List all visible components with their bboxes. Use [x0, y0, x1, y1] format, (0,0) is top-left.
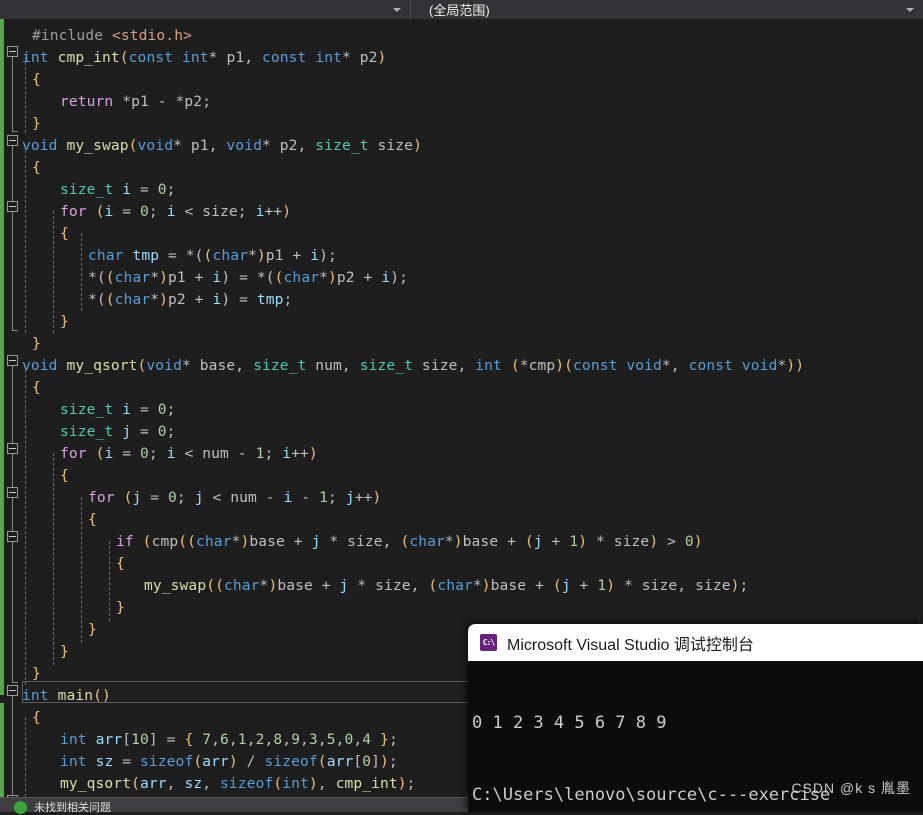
- code-line[interactable]: {: [22, 377, 41, 399]
- code-line[interactable]: }: [22, 619, 97, 641]
- code-line[interactable]: if (cmp((char*)base + j * size, (char*)b…: [22, 531, 703, 553]
- status-indicator-icon: [14, 801, 27, 814]
- code-line[interactable]: *((char*)p2 + i) = tmp;: [22, 289, 292, 311]
- code-line[interactable]: size_t j = 0;: [22, 421, 176, 443]
- code-line[interactable]: int cmp_int(const int* p1, const int* p2…: [22, 47, 386, 69]
- code-line[interactable]: int arr[10] = { 7,6,1,2,8,9,3,5,0,4 };: [22, 729, 398, 751]
- code-line[interactable]: {: [22, 465, 69, 487]
- code-line[interactable]: }: [22, 113, 41, 135]
- fold-toggle-cmp-int[interactable]: [7, 46, 18, 57]
- console-app-icon: C:\: [480, 634, 497, 651]
- console-title-text: Microsoft Visual Studio 调试控制台: [507, 636, 754, 654]
- debug-console-window[interactable]: C:\ Microsoft Visual Studio 调试控制台 0 1 2 …: [468, 624, 923, 812]
- code-line[interactable]: {: [22, 707, 41, 729]
- code-line[interactable]: }: [22, 641, 69, 663]
- fold-toggle-inner-for[interactable]: [7, 487, 18, 498]
- fold-guide: [12, 366, 18, 683]
- code-line[interactable]: *((char*)p1 + i) = *((char*)p2 + i);: [22, 267, 408, 289]
- code-line[interactable]: return *p1 - *p2;: [22, 91, 211, 113]
- navbar-scope-selector-right[interactable]: (全局范围): [411, 0, 923, 19]
- fold-guide: [12, 146, 18, 331]
- console-title-bar[interactable]: C:\ Microsoft Visual Studio 调试控制台: [468, 624, 923, 661]
- code-line[interactable]: my_qsort(arr, sz, sizeof(int), cmp_int);: [22, 773, 416, 795]
- code-line[interactable]: {: [22, 69, 41, 91]
- code-line[interactable]: {: [22, 553, 125, 575]
- fold-toggle-my-qsort[interactable]: [7, 355, 18, 366]
- code-line[interactable]: for (i = 0; i < num - 1; i++): [22, 443, 318, 465]
- code-line[interactable]: }: [22, 333, 41, 355]
- code-line[interactable]: }: [22, 663, 41, 685]
- code-line[interactable]: {: [22, 223, 69, 245]
- chevron-down-icon[interactable]: [393, 7, 401, 12]
- code-line[interactable]: {: [22, 509, 97, 531]
- navbar-scope-selector-left[interactable]: [0, 0, 411, 19]
- console-output-line: 0 1 2 3 4 5 6 7 8 9: [472, 713, 667, 733]
- code-line[interactable]: int sz = sizeof(arr) / sizeof(arr[0]);: [22, 751, 398, 773]
- code-line[interactable]: for (i = 0; i < size; i++): [22, 201, 291, 223]
- code-line[interactable]: }: [22, 311, 69, 333]
- status-text: 未找到相关问题: [34, 802, 111, 814]
- fold-toggle-if[interactable]: [7, 531, 18, 542]
- fold-toggle-for-swap[interactable]: [7, 201, 18, 212]
- code-line[interactable]: void my_swap(void* p1, void* p2, size_t …: [22, 135, 422, 157]
- code-line[interactable]: #include <stdio.h>: [22, 25, 192, 47]
- code-line[interactable]: int main(): [22, 685, 111, 707]
- code-line[interactable]: size_t i = 0;: [22, 179, 176, 201]
- visual-studio-window: (全局范围) #include <stdio.h> int cmp_int(co…: [0, 0, 923, 814]
- fold-toggle-my-swap[interactable]: [7, 135, 18, 146]
- code-line[interactable]: for (j = 0; j < num - i - 1; j++): [22, 487, 381, 509]
- code-line[interactable]: {: [22, 157, 41, 179]
- code-line[interactable]: }: [22, 597, 125, 619]
- outlining-gutter[interactable]: [4, 19, 22, 812]
- chevron-down-icon[interactable]: [906, 7, 914, 12]
- watermark-text: CSDN @k s 胤墨: [791, 780, 911, 796]
- code-line[interactable]: my_swap((char*)base + j * size, (char*)b…: [22, 575, 748, 597]
- code-line[interactable]: char tmp = *((char*)p1 + i);: [22, 245, 337, 267]
- code-line[interactable]: size_t i = 0;: [22, 399, 176, 421]
- code-line[interactable]: void my_qsort(void* base, size_t num, si…: [22, 355, 804, 377]
- fold-guide: [12, 57, 18, 132]
- fold-toggle-outer-for[interactable]: [7, 443, 18, 454]
- fold-toggle-main[interactable]: [7, 685, 18, 696]
- editor-navigation-bar: (全局范围): [0, 0, 923, 20]
- navbar-right-label: (全局范围): [429, 3, 490, 18]
